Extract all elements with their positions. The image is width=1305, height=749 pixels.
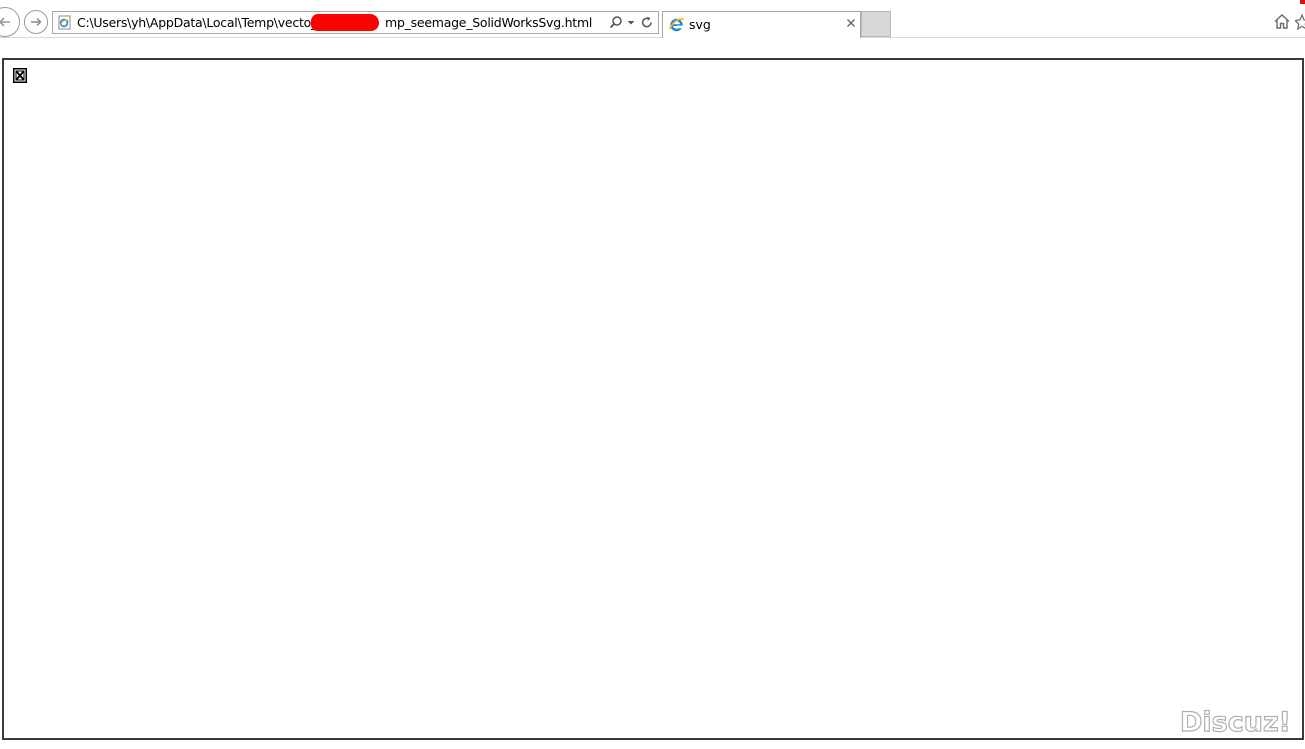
ie-logo-icon — [668, 18, 685, 32]
tab-title: svg — [689, 17, 711, 32]
back-arrow-icon — [0, 17, 10, 27]
star-icon[interactable] — [1295, 13, 1305, 30]
address-url-prefix: C:\Users\yh\AppData\Local\Temp\vecto_ — [77, 15, 318, 30]
forward-arrow-icon — [31, 17, 42, 27]
browser-toolbar: C:\Users\yh\AppData\Local\Temp\vecto_ mp_… — [0, 0, 1305, 38]
search-icon[interactable] — [609, 15, 623, 30]
tab-svg[interactable]: svg — [662, 11, 861, 38]
address-bar[interactable]: C:\Users\yh\AppData\Local\Temp\vecto_ mp_… — [52, 11, 659, 34]
chevron-down-icon[interactable] — [626, 15, 636, 30]
refresh-icon[interactable] — [640, 15, 654, 30]
close-icon[interactable] — [846, 18, 856, 28]
redaction-mark — [311, 14, 379, 31]
page-content — [2, 58, 1304, 740]
watermark: Discuz! — [1179, 706, 1291, 738]
broken-image-icon — [13, 68, 27, 83]
notification-mark — [1300, 0, 1305, 4]
back-button[interactable] — [0, 7, 20, 37]
new-tab-button[interactable] — [861, 11, 891, 37]
address-url-suffix: mp_seemage_SolidWorksSvg.html — [385, 15, 593, 30]
ie-page-icon — [58, 15, 71, 30]
home-icon[interactable] — [1273, 13, 1291, 30]
forward-button[interactable] — [24, 10, 48, 34]
